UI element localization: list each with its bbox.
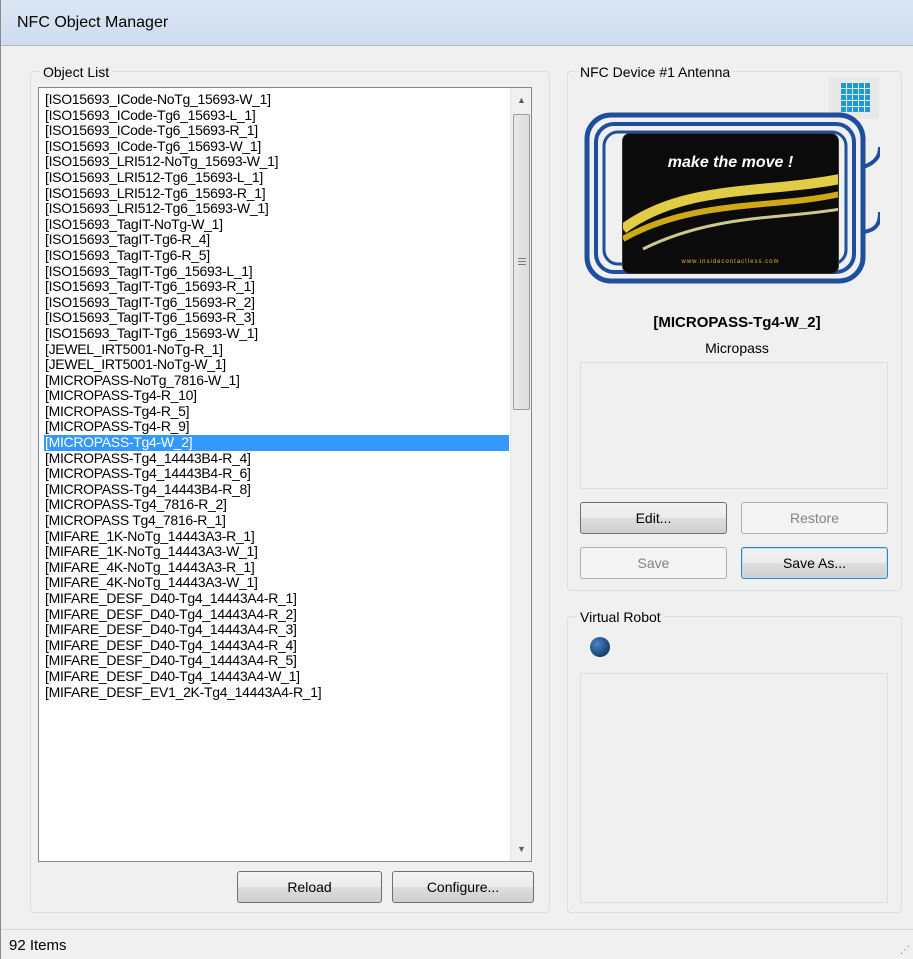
list-item[interactable]: [ISO15693_TagIT-NoTg-W_1] [44,216,509,233]
object-listbox[interactable]: [ISO15693_ICode-NoTg_15693-W_1] [ISO15693… [38,87,532,862]
object-list-items: [ISO15693_ICode-NoTg_15693-W_1] [ISO15693… [44,91,509,701]
antenna-group-label: NFC Device #1 Antenna [577,64,734,80]
reload-button[interactable]: Reload [237,871,382,903]
list-item[interactable]: [MIFARE_DESF_D40-Tg4_14443A4-R_2] [44,606,509,623]
list-item[interactable]: [ISO15693_TagIT-Tg6_15693-L_1] [44,263,509,280]
list-item[interactable]: [MIFARE_DESF_D40-Tg4_14443A4-R_5] [44,653,509,669]
list-item[interactable]: [ISO15693_TagIT-Tg6_15693-R_3] [44,310,509,326]
list-item[interactable]: [MIFARE_4K-NoTg_14443A3-W_1] [44,575,509,591]
list-item[interactable]: [ISO15693_TagIT-Tg6_15693-R_2] [44,294,509,311]
item-count: 92 Items [9,937,67,954]
list-item[interactable]: [MIFARE_DESF_D40-Tg4_14443A4-R_1] [44,590,509,607]
list-item[interactable]: [MIFARE_1K-NoTg_14443A3-W_1] [44,544,509,560]
selected-object-type: Micropass [705,340,769,356]
grip-icon [518,258,526,267]
list-item[interactable]: [JEWEL_IRT5001-NoTg-R_1] [44,341,509,358]
object-details-panel [580,362,888,489]
list-item[interactable]: [MIFARE_4K-NoTg_14443A3-R_1] [44,559,509,576]
list-scrollbar[interactable]: ▲ ▼ [510,88,531,861]
list-item[interactable]: [MICROPASS-Tg4-R_5] [44,403,509,420]
scroll-up-icon[interactable]: ▲ [511,90,531,110]
list-item[interactable]: [MIFARE_DESF_EV1_2K-Tg4_14443A4-R_1] [44,684,509,701]
scroll-thumb[interactable] [513,114,530,410]
list-item[interactable]: [ISO15693_ICode-NoTg_15693-W_1] [44,91,509,108]
list-item[interactable]: [MICROPASS-Tg4-R_10] [44,388,509,404]
list-item[interactable]: [MICROPASS-Tg4_14443B4-R_4] [44,450,509,467]
list-item[interactable]: [ISO15693_LRI512-Tg6_15693-L_1] [44,169,509,186]
robot-view-panel [580,673,888,903]
list-item[interactable]: [JEWEL_IRT5001-NoTg-W_1] [44,356,509,373]
virtual-robot-label: Virtual Robot [577,609,664,625]
edit-button[interactable]: Edit... [580,502,727,534]
list-item[interactable]: [MIFARE_DESF_D40-Tg4_14443A4-R_4] [44,637,509,654]
list-item[interactable]: [ISO15693_TagIT-Tg6_15693-R_1] [44,279,509,295]
list-item[interactable]: [MICROPASS-Tg4-W_2] [44,434,509,451]
nfc-card-image: make the move ! www.insidecontactless.co… [622,133,839,274]
list-item[interactable]: [ISO15693_LRI512-NoTg_15693-W_1] [44,154,509,170]
save-as-button[interactable]: Save As... [741,547,888,579]
restore-button[interactable]: Restore [741,502,888,534]
list-item[interactable]: [ISO15693_LRI512-Tg6_15693-R_1] [44,185,509,202]
list-item[interactable]: [MICROPASS-Tg4-R_9] [44,419,509,435]
object-list-label: Object List [40,64,113,80]
save-button[interactable]: Save [580,547,727,579]
list-item[interactable]: [MICROPASS-Tg4_14443B4-R_6] [44,466,509,482]
list-item[interactable]: [ISO15693_TagIT-Tg6_15693-W_1] [44,325,509,342]
title-bar: NFC Object Manager [1,0,913,46]
card-url: www.insidecontactless.com [681,259,780,265]
resize-grip-icon[interactable]: ⋰ [900,945,910,956]
list-item[interactable]: [MICROPASS-Tg4_7816-R_2] [44,497,509,513]
list-item[interactable]: [ISO15693_TagIT-Tg6-R_4] [44,232,509,248]
list-item[interactable]: [ISO15693_TagIT-Tg6-R_5] [44,247,509,264]
list-item[interactable]: [ISO15693_LRI512-Tg6_15693-W_1] [44,201,509,217]
list-item[interactable]: [MICROPASS-NoTg_7816-W_1] [44,372,509,389]
nfc-object-manager-window: NFC Object Manager Object List [ISO15693… [0,0,913,959]
list-item[interactable]: [MIFARE_1K-NoTg_14443A3-R_1] [44,528,509,545]
robot-status-dot [590,637,610,657]
list-item[interactable]: [ISO15693_ICode-Tg6_15693-L_1] [44,107,509,124]
list-item[interactable]: [ISO15693_ICode-Tg6_15693-W_1] [44,138,509,155]
list-item[interactable]: [MIFARE_DESF_D40-Tg4_14443A4-R_3] [44,622,509,638]
list-item[interactable]: [MIFARE_DESF_D40-Tg4_14443A4-W_1] [44,668,509,685]
window-title: NFC Object Manager [17,14,169,31]
selected-object-name: [MICROPASS-Tg4-W_2] [653,314,821,331]
status-bar: 92 Items ⋰ [1,929,913,959]
card-slogan: make the move ! [667,154,794,171]
scroll-down-icon[interactable]: ▼ [511,839,531,859]
configure-button[interactable]: Configure... [392,871,534,903]
list-item[interactable]: [ISO15693_ICode-Tg6_15693-R_1] [44,123,509,139]
list-item[interactable]: [MICROPASS Tg4_7816-R_1] [44,512,509,529]
list-item[interactable]: [MICROPASS-Tg4_14443B4-R_8] [44,481,509,498]
